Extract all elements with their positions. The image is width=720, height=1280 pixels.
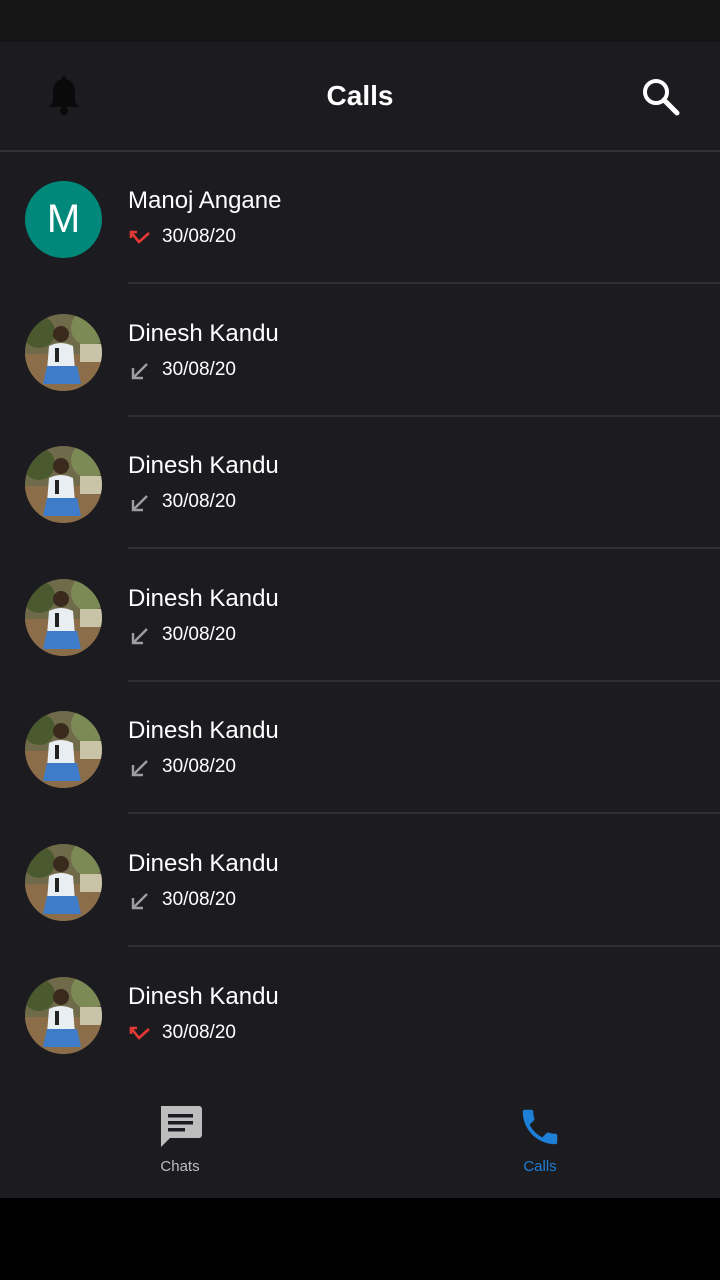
incoming-call-icon	[128, 889, 152, 913]
row-divider	[128, 547, 720, 549]
call-row[interactable]: M Manoj Angane 30/08/20	[0, 152, 720, 284]
contact-name: Dinesh Kandu	[128, 585, 279, 612]
incoming-call-icon	[128, 756, 152, 780]
row-divider	[128, 945, 720, 947]
call-date: 30/08/20	[162, 1022, 236, 1043]
call-date: 30/08/20	[162, 226, 236, 247]
avatar[interactable]	[25, 314, 102, 391]
chat-icon	[157, 1104, 203, 1150]
row-divider	[128, 282, 720, 284]
nav-item-chats[interactable]: Chats	[0, 1082, 360, 1198]
call-date: 30/08/20	[162, 491, 236, 512]
call-row[interactable]: Dinesh Kandu 30/08/20	[0, 285, 720, 417]
contact-name: Dinesh Kandu	[128, 717, 279, 744]
avatar[interactable]	[25, 844, 102, 921]
call-row[interactable]: Dinesh Kandu 30/08/20	[0, 682, 720, 814]
nav-item-calls[interactable]: Calls	[360, 1082, 720, 1198]
row-divider	[128, 812, 720, 814]
search-icon[interactable]	[640, 76, 682, 118]
phone-icon	[517, 1104, 563, 1150]
system-nav-bar	[0, 1198, 720, 1280]
call-date: 30/08/20	[162, 359, 236, 380]
contact-name: Manoj Angane	[128, 187, 282, 214]
nav-label-calls: Calls	[523, 1158, 557, 1175]
call-date: 30/08/20	[162, 756, 236, 777]
incoming-call-icon	[128, 624, 152, 648]
calls-screen: Calls M Manoj Angane 30/08/20 Dinesh Kandu 3…	[0, 0, 720, 1280]
contact-name: Dinesh Kandu	[128, 320, 279, 347]
call-date: 30/08/20	[162, 889, 236, 910]
contact-name: Dinesh Kandu	[128, 850, 279, 877]
call-row[interactable]: Dinesh Kandu 30/08/20	[0, 417, 720, 549]
page-title: Calls	[326, 80, 394, 111]
missed-call-icon	[128, 1022, 152, 1046]
call-row[interactable]: Dinesh Kandu 30/08/20	[0, 550, 720, 682]
missed-call-icon	[128, 226, 152, 250]
incoming-call-icon	[128, 359, 152, 383]
call-row[interactable]: Dinesh Kandu 30/08/20	[0, 948, 720, 1080]
incoming-call-icon	[128, 491, 152, 515]
avatar[interactable]	[25, 711, 102, 788]
avatar[interactable]	[25, 579, 102, 656]
status-bar	[0, 0, 720, 42]
contact-name: Dinesh Kandu	[128, 983, 279, 1010]
avatar[interactable]: M	[25, 181, 102, 258]
avatar[interactable]	[25, 446, 102, 523]
call-date: 30/08/20	[162, 624, 236, 645]
nav-label-chats: Chats	[160, 1158, 200, 1175]
bottom-nav: Chats Calls	[0, 1082, 720, 1198]
contact-name: Dinesh Kandu	[128, 452, 279, 479]
avatar[interactable]	[25, 977, 102, 1054]
call-row[interactable]: Dinesh Kandu 30/08/20	[0, 815, 720, 947]
call-list: M Manoj Angane 30/08/20 Dinesh Kandu 30/08/2…	[0, 152, 720, 1082]
